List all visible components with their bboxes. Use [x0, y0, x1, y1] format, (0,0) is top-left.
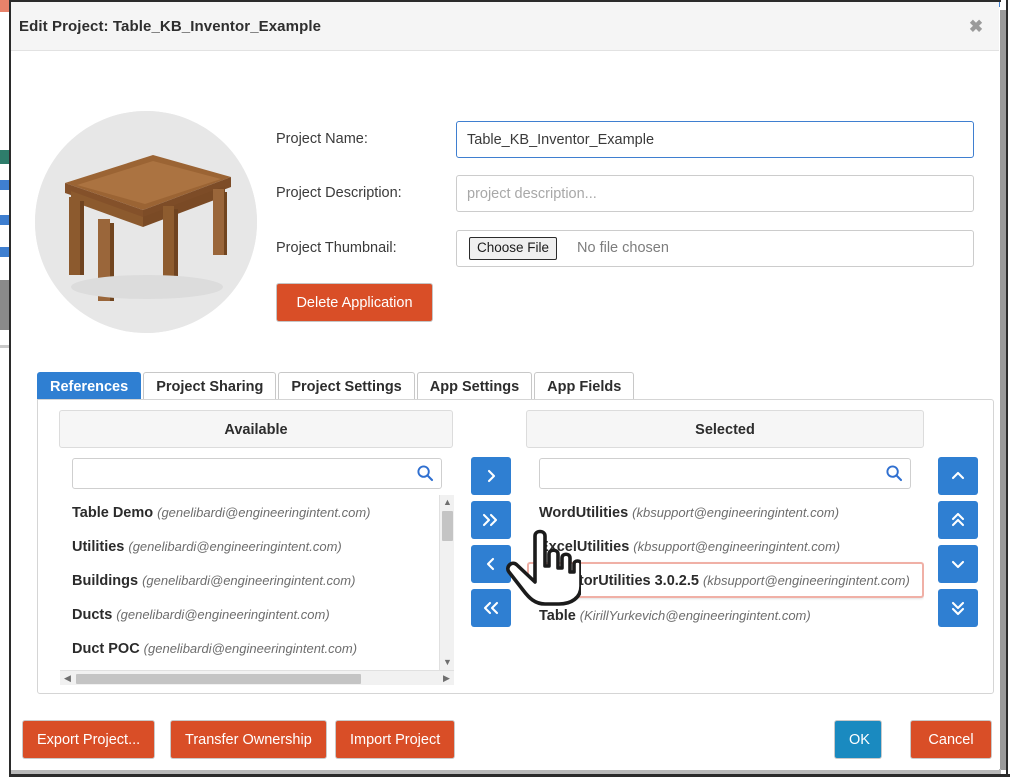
dialog-header: Edit Project: Table_KB_Inventor_Example …: [11, 2, 999, 51]
scroll-up-arrow-icon[interactable]: ▲: [440, 495, 454, 510]
list-item[interactable]: Ducts (genelibardi@engineeringintent.com): [60, 597, 454, 631]
list-item-owner: (genelibardi@engineeringintent.com): [143, 641, 358, 656]
search-icon[interactable]: [416, 464, 434, 482]
list-item-owner: (kbsupport@engineeringintent.com): [702, 573, 910, 588]
project-thumbnail-image: [35, 111, 257, 333]
tab-project-settings[interactable]: Project Settings: [278, 372, 415, 400]
selected-column-header: Selected: [526, 410, 924, 448]
tab-bar: References Project Sharing Project Setti…: [37, 372, 977, 400]
list-item-name: Buildings: [72, 573, 139, 589]
move-up-button[interactable]: [938, 457, 978, 495]
scroll-down-arrow-icon[interactable]: ▼: [440, 655, 454, 670]
project-name-input[interactable]: [456, 121, 974, 158]
tab-project-sharing[interactable]: Project Sharing: [143, 372, 277, 400]
edit-project-dialog: Edit Project: Table_KB_Inventor_Example …: [11, 2, 999, 770]
list-item-owner: (kbsupport@engineeringintent.com): [632, 505, 840, 520]
list-item-name: Duct POC: [72, 641, 140, 657]
delete-application-button[interactable]: Delete Application: [277, 284, 432, 321]
selected-search-input[interactable]: [540, 459, 910, 488]
list-item-name: InventorUtilities 3.0.2.5: [541, 573, 699, 589]
choose-file-button[interactable]: Choose File: [469, 237, 558, 260]
list-item-owner: (genelibardi@engineeringintent.com): [128, 539, 342, 554]
list-item[interactable]: Table Demo (genelibardi@engineeringintent…: [60, 495, 454, 529]
cancel-button[interactable]: Cancel: [911, 721, 991, 758]
list-item-name: Table: [539, 608, 576, 624]
move-top-button[interactable]: [938, 501, 978, 539]
list-item[interactable]: Duct POC (genelibardi@engineeringintent.c…: [60, 631, 454, 665]
tab-app-fields[interactable]: App Fields: [534, 372, 635, 400]
project-description-label: Project Description:: [276, 185, 402, 201]
export-project-button[interactable]: Export Project...: [23, 721, 155, 758]
scrollbar-thumb[interactable]: [76, 674, 361, 684]
move-all-right-button[interactable]: [471, 501, 511, 539]
list-item-owner: (genelibardi@engineeringintent.com): [116, 607, 330, 622]
dialog-footer: Export Project... Transfer Ownership Imp…: [11, 710, 999, 770]
window-border-right: [1006, 0, 1008, 777]
list-item-owner: (KirillYurkevich@engineeringintent.com): [579, 608, 811, 623]
list-item-name: Utilities: [72, 539, 125, 555]
list-item-owner: (genelibardi@engineeringintent.com): [142, 573, 356, 588]
screen: Edit Project: Table_KB_Inventor_Example …: [0, 0, 1010, 777]
tab-app-settings[interactable]: App Settings: [416, 372, 533, 400]
close-icon[interactable]: ✖: [965, 16, 987, 38]
project-thumbnail-label: Project Thumbnail:: [276, 240, 397, 256]
move-left-button[interactable]: [471, 545, 511, 583]
available-search-input[interactable]: [73, 459, 441, 488]
list-item-owner: (kbsupport@engineeringintent.com): [633, 539, 841, 554]
list-item[interactable]: WordUtilities (kbsupport@engineeringinten…: [527, 495, 924, 529]
move-all-left-button[interactable]: [471, 589, 511, 627]
project-thumbnail-file-row: Choose File No file chosen: [456, 230, 974, 267]
available-vertical-scrollbar[interactable]: ▲ ▼: [439, 495, 454, 670]
list-item[interactable]: Table (KirillYurkevich@engineeringintent.…: [527, 598, 924, 632]
scroll-left-arrow-icon[interactable]: ◀: [60, 671, 75, 685]
transfer-ownership-button[interactable]: Transfer Ownership: [171, 721, 326, 758]
import-project-button[interactable]: Import Project: [336, 721, 455, 758]
search-icon[interactable]: [885, 464, 903, 482]
dialog-title: Edit Project: Table_KB_Inventor_Example: [19, 18, 322, 35]
project-name-label: Project Name:: [276, 131, 368, 147]
list-item[interactable]: ExcelUtilities (kbsupport@engineeringinte…: [527, 529, 924, 563]
selected-search-box: [539, 458, 911, 489]
scroll-right-arrow-icon[interactable]: ▶: [439, 671, 454, 685]
file-chosen-status: No file chosen: [577, 240, 669, 256]
scrollbar-thumb[interactable]: [442, 511, 453, 541]
list-item-owner: (genelibardi@engineeringintent.com): [157, 505, 371, 520]
references-panel: Available Selected Table Demo (genelibar…: [37, 399, 994, 694]
dialog-body: Project Name: Project Description: Proje…: [11, 51, 999, 711]
ok-button[interactable]: OK: [835, 721, 881, 758]
available-horizontal-scrollbar[interactable]: ◀ ▶: [60, 670, 454, 685]
list-item-name: ExcelUtilities: [539, 539, 630, 555]
available-list[interactable]: Table Demo (genelibardi@engineeringintent…: [60, 495, 454, 685]
list-item[interactable]: Buildings (genelibardi@engineeringintent.…: [60, 563, 454, 597]
move-bottom-button[interactable]: [938, 589, 978, 627]
available-column-header: Available: [59, 410, 453, 448]
list-item-name: Ducts: [72, 607, 113, 623]
list-item-name: Table Demo: [72, 505, 154, 521]
move-down-button[interactable]: [938, 545, 978, 583]
available-search-box: [72, 458, 442, 489]
list-item[interactable]: Utilities (genelibardi@engineeringintent.…: [60, 529, 454, 563]
list-item-name: WordUtilities: [539, 505, 629, 521]
selected-list[interactable]: WordUtilities (kbsupport@engineeringinten…: [527, 495, 924, 685]
list-item-highlighted[interactable]: InventorUtilities 3.0.2.5 (kbsupport@engi…: [527, 562, 924, 598]
move-right-button[interactable]: [471, 457, 511, 495]
project-description-input[interactable]: [456, 175, 974, 212]
tab-references[interactable]: References: [37, 372, 142, 400]
